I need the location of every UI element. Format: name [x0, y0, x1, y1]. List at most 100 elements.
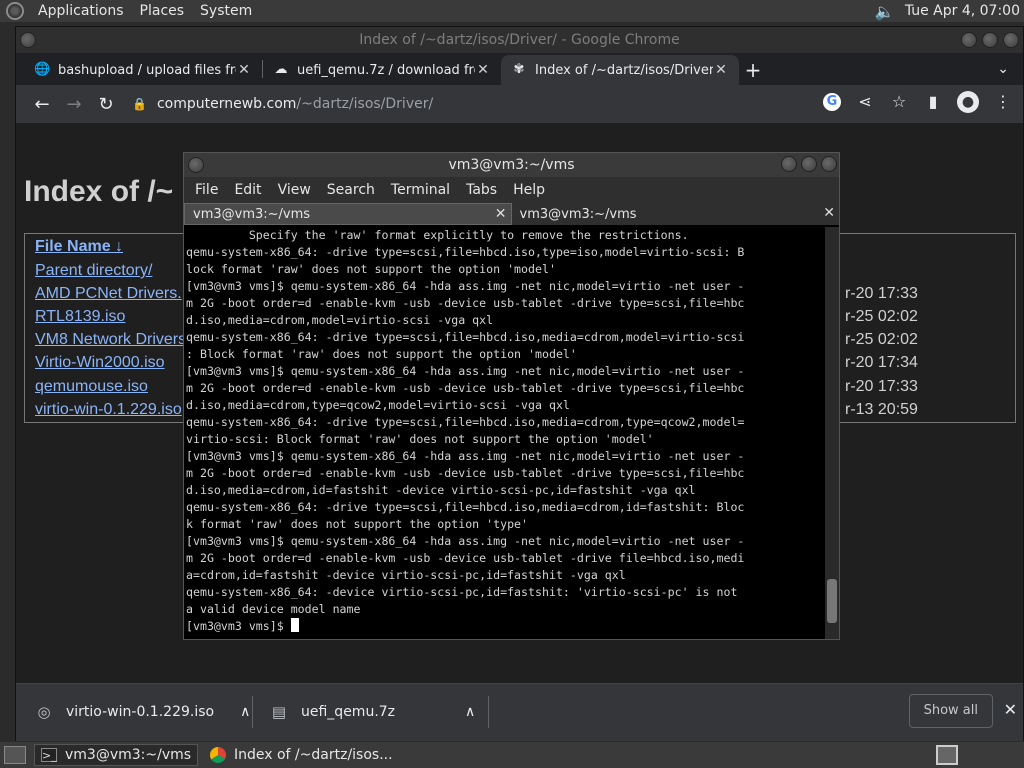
menu-help[interactable]: Help: [505, 182, 553, 198]
chevron-up-icon[interactable]: ∧: [240, 704, 250, 720]
bottom-taskbar: >_ vm3@vm3:~/vms Index of /~dartz/isos..…: [0, 742, 1024, 768]
close-tab-icon[interactable]: ✕: [495, 206, 507, 222]
file-date: r-13 20:59: [845, 401, 918, 418]
menu-file[interactable]: File: [187, 182, 226, 198]
minimize-button[interactable]: [961, 32, 977, 48]
file-link[interactable]: AMD PCNet Drivers.: [35, 285, 182, 303]
globe-icon: 🌐: [34, 62, 51, 77]
google-lens-icon[interactable]: G: [823, 93, 841, 111]
menu-system[interactable]: System: [192, 0, 260, 22]
terminal-tab-label: vm3@vm3:~/vms: [519, 206, 637, 222]
menu-view[interactable]: View: [270, 182, 319, 198]
new-tab-button[interactable]: +: [739, 55, 767, 85]
file-date: r-25 02:02: [845, 331, 918, 348]
page-title: Index of /~: [24, 175, 174, 208]
scrollbar-thumb[interactable]: [827, 579, 837, 623]
disc-file-icon: ◎: [37, 703, 51, 721]
archive-file-icon: ▤: [271, 703, 287, 721]
chrome-titlebar[interactable]: Index of /~dartz/isos/Driver/ - Google C…: [16, 27, 1023, 53]
terminal-tab-1[interactable]: vm3@vm3:~/vms ✕: [184, 203, 512, 225]
terminal-line: qemu-system-x86_64: -drive type=scsi,fil…: [186, 415, 745, 429]
close-tab-icon[interactable]: ✕: [823, 205, 835, 221]
terminal-line: a=cdrom,id=fastshit -device virtio-scsi-…: [186, 568, 626, 582]
bookmark-star-icon[interactable]: ☆: [889, 92, 909, 112]
taskbar-item-terminal[interactable]: >_ vm3@vm3:~/vms: [34, 744, 198, 766]
menu-edit[interactable]: Edit: [226, 182, 269, 198]
volume-icon[interactable]: 🔈: [875, 2, 895, 21]
download-item-uefi[interactable]: ▤ uefi_qemu.7z ∧: [271, 694, 475, 730]
share-icon[interactable]: ⋖: [855, 92, 875, 112]
maximize-button[interactable]: [982, 32, 998, 48]
close-window-button[interactable]: [1003, 32, 1019, 48]
download-item-virtio[interactable]: ◎ virtio-win-0.1.229.iso ∧: [36, 694, 250, 730]
profile-avatar-icon[interactable]: ●: [957, 91, 979, 113]
column-header-file-name[interactable]: File Name ↓: [35, 238, 123, 256]
terminal-line: m 2G -boot order=d -enable-kvm -usb -dev…: [186, 381, 745, 395]
terminal-line: qemu-system-x86_64: -device virtio-scsi-…: [186, 585, 738, 599]
browser-toolbar: ← → ↻ 🔒 computernewb.com/~dartz/isos/Dri…: [16, 85, 1023, 123]
terminal-line: [vm3@vm3 vms]$ qemu-system-x86_64 -hda a…: [186, 449, 745, 463]
file-link[interactable]: Virtio-Win2000.iso: [35, 354, 165, 372]
terminal-line: a valid device model name: [186, 602, 361, 616]
show-all-downloads-button[interactable]: Show all: [908, 694, 993, 728]
chrome-window-title: Index of /~dartz/isos/Driver/ - Google C…: [359, 32, 680, 48]
reload-button[interactable]: ↻: [90, 94, 122, 115]
window-menu-button[interactable]: [20, 32, 36, 48]
show-desktop-button[interactable]: [4, 746, 26, 764]
side-panel-icon[interactable]: ▮: [923, 92, 943, 112]
terminal-cursor: [290, 618, 299, 632]
menu-tabs[interactable]: Tabs: [458, 182, 505, 198]
workspace-switcher[interactable]: [936, 745, 958, 765]
terminal-line: d.iso,media=cdrom,id=fastshit -device vi…: [186, 483, 696, 497]
terminal-line: k format 'raw' does not support the opti…: [186, 517, 529, 531]
tab-title: Index of /~dartz/isos/Driver/: [535, 62, 713, 78]
taskbar-item-chrome[interactable]: Index of /~dartz/isos...: [204, 744, 399, 766]
tab-title: bashupload / upload files from: [58, 62, 236, 78]
terminal-window-title: vm3@vm3:~/vms: [448, 157, 575, 173]
menu-places[interactable]: Places: [132, 0, 193, 22]
lock-icon[interactable]: 🔒: [132, 97, 147, 111]
taskbar-item-label: Index of /~dartz/isos...: [234, 747, 393, 763]
tab-bashupload[interactable]: 🌐 bashupload / upload files from ✕: [24, 55, 262, 85]
terminal-prompt: [vm3@vm3 vms]$: [186, 619, 291, 633]
chevron-up-icon[interactable]: ∧: [465, 704, 475, 720]
terminal-line: [vm3@vm3 vms]$ qemu-system-x86_64 -hda a…: [186, 534, 745, 548]
tab-close-icon[interactable]: ✕: [475, 62, 491, 78]
terminal-icon: >_: [41, 748, 57, 762]
window-menu-button[interactable]: [188, 157, 204, 173]
download-separator: [252, 696, 253, 728]
tab-uefi-qemu[interactable]: ☁ uefi_qemu.7z / download from ✕: [263, 55, 501, 85]
close-download-shelf-icon[interactable]: ✕: [1004, 700, 1017, 719]
back-button[interactable]: ←: [26, 94, 58, 115]
file-link[interactable]: VM8 Network Drivers: [35, 331, 186, 349]
terminal-line: qemu-system-x86_64: -drive type=scsi,fil…: [186, 330, 745, 344]
file-link[interactable]: virtio-win-0.1.229.iso: [35, 401, 182, 419]
file-date: r-20 17:34: [845, 354, 918, 371]
tab-close-icon[interactable]: ✕: [236, 62, 252, 78]
chrome-icon: [210, 747, 226, 763]
file-link[interactable]: RTL8139.iso: [35, 308, 125, 326]
terminal-scrollbar[interactable]: [825, 227, 839, 639]
tab-index-driver[interactable]: ✾ Index of /~dartz/isos/Driver/ ✕: [501, 55, 739, 85]
menu-applications[interactable]: Applications: [30, 0, 132, 22]
terminal-line: Specify the 'raw' format explicitly to r…: [186, 228, 689, 242]
minimize-button[interactable]: [781, 156, 797, 172]
address-bar[interactable]: 🔒 computernewb.com/~dartz/isos/Driver/: [132, 91, 662, 117]
file-link[interactable]: qemumouse.iso: [35, 378, 148, 396]
terminal-line: m 2G -boot order=d -enable-kvm -usb -dev…: [186, 296, 745, 310]
distro-logo-icon[interactable]: [6, 2, 24, 20]
maximize-button[interactable]: [801, 156, 817, 172]
close-window-button[interactable]: [821, 156, 837, 172]
menu-terminal[interactable]: Terminal: [383, 182, 458, 198]
forward-button[interactable]: →: [58, 94, 90, 115]
tab-search-chevron-icon[interactable]: ⌄: [997, 61, 1009, 77]
menu-search[interactable]: Search: [319, 182, 383, 198]
clock[interactable]: Tue Apr 4, 07:00: [905, 3, 1020, 19]
terminal-output[interactable]: Specify the 'raw' format explicitly to r…: [186, 227, 824, 639]
terminal-titlebar[interactable]: vm3@vm3:~/vms: [184, 153, 839, 177]
kebab-menu-icon[interactable]: ⋮: [993, 92, 1013, 112]
file-link-parent[interactable]: Parent directory/: [35, 262, 152, 280]
terminal-tab-2[interactable]: vm3@vm3:~/vms ✕: [512, 203, 840, 225]
download-filename: uefi_qemu.7z: [301, 704, 396, 720]
tab-close-icon[interactable]: ✕: [713, 62, 729, 78]
